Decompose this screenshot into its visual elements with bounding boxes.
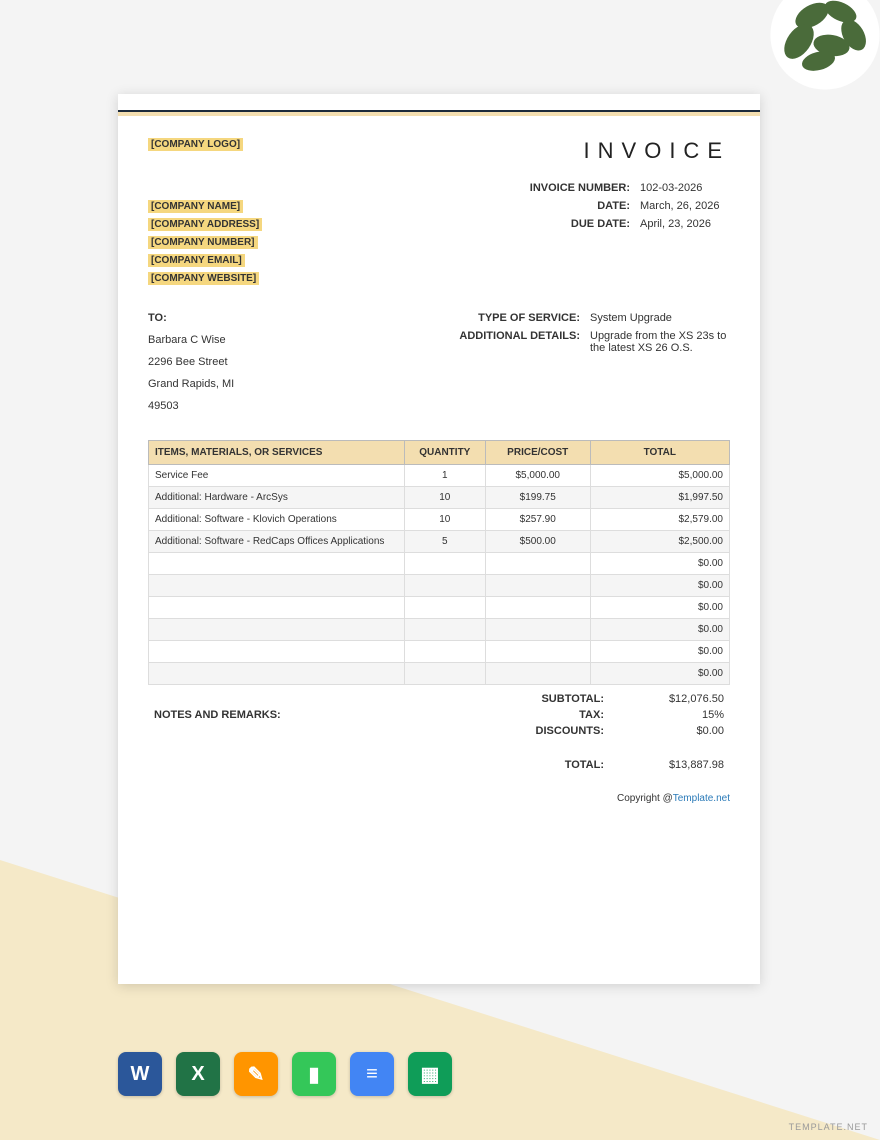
company-number-placeholder: [COMPANY NUMBER]	[148, 236, 258, 249]
item-qty	[404, 663, 485, 685]
item-total: $0.00	[590, 641, 729, 663]
item-qty	[404, 597, 485, 619]
app-icons-row: WX ✎ ▮ ≡ ▦	[118, 1052, 452, 1096]
excel-icon[interactable]: X	[176, 1052, 220, 1096]
item-desc: Additional: Software - Klovich Operation…	[149, 509, 405, 531]
total-value: $13,887.98	[624, 759, 724, 771]
service-type-value: System Upgrade	[590, 312, 672, 324]
notes-label: NOTES AND REMARKS:	[148, 709, 281, 721]
word-icon[interactable]: W	[118, 1052, 162, 1096]
copyright-text: Copyright @	[617, 793, 673, 804]
total-label: TOTAL:	[504, 759, 604, 771]
decorative-plant	[750, 0, 880, 100]
item-desc	[149, 553, 405, 575]
item-price: $257.90	[485, 509, 590, 531]
discounts-value: $0.00	[624, 725, 724, 737]
table-row: Additional: Software - Klovich Operation…	[149, 509, 730, 531]
item-qty: 5	[404, 531, 485, 553]
due-date-label: DUE DATE:	[520, 218, 630, 230]
numbers-icon[interactable]: ▮	[292, 1052, 336, 1096]
recipient-name: Barbara C Wise	[148, 334, 234, 346]
item-desc: Additional: Software - RedCaps Offices A…	[149, 531, 405, 553]
table-row: $0.00	[149, 597, 730, 619]
pages-icon[interactable]: ✎	[234, 1052, 278, 1096]
date-value: March, 26, 2026	[640, 200, 730, 212]
additional-details-label: ADDITIONAL DETAILS:	[450, 330, 580, 354]
item-total: $0.00	[590, 553, 729, 575]
company-website-placeholder: [COMPANY WEBSITE]	[148, 272, 259, 285]
item-desc	[149, 641, 405, 663]
item-qty	[404, 553, 485, 575]
date-label: DATE:	[520, 200, 630, 212]
subtotal-value: $12,076.50	[624, 693, 724, 705]
item-qty: 10	[404, 487, 485, 509]
due-date-value: April, 23, 2026	[640, 218, 730, 230]
subtotal-label: SUBTOTAL:	[504, 693, 604, 705]
col-qty: QUANTITY	[404, 441, 485, 465]
tax-label: TAX:	[504, 709, 604, 721]
item-price	[485, 575, 590, 597]
sheets-icon[interactable]: ▦	[408, 1052, 452, 1096]
to-label: TO:	[148, 312, 234, 324]
company-address-placeholder: [COMPANY ADDRESS]	[148, 218, 262, 231]
table-row: Service Fee1$5,000.00$5,000.00	[149, 465, 730, 487]
item-price	[485, 553, 590, 575]
tax-value: 15%	[624, 709, 724, 721]
item-total: $2,500.00	[590, 531, 729, 553]
company-email-placeholder: [COMPANY EMAIL]	[148, 254, 245, 267]
table-row: $0.00	[149, 641, 730, 663]
table-row: Additional: Software - RedCaps Offices A…	[149, 531, 730, 553]
docs-icon[interactable]: ≡	[350, 1052, 394, 1096]
col-price: PRICE/COST	[485, 441, 590, 465]
document-title: INVOICE	[584, 138, 730, 164]
item-total: $5,000.00	[590, 465, 729, 487]
table-row: $0.00	[149, 575, 730, 597]
item-desc	[149, 575, 405, 597]
item-qty	[404, 575, 485, 597]
item-total: $0.00	[590, 663, 729, 685]
item-desc	[149, 663, 405, 685]
invoice-number-value: 102-03-2026	[640, 182, 730, 194]
item-total: $1,997.50	[590, 487, 729, 509]
table-row: Additional: Hardware - ArcSys10$199.75$1…	[149, 487, 730, 509]
item-desc: Additional: Hardware - ArcSys	[149, 487, 405, 509]
copyright-link[interactable]: Template.net	[673, 793, 730, 804]
col-items: ITEMS, MATERIALS, OR SERVICES	[149, 441, 405, 465]
recipient-street: 2296 Bee Street	[148, 356, 234, 368]
item-desc: Service Fee	[149, 465, 405, 487]
item-total: $0.00	[590, 619, 729, 641]
item-price: $500.00	[485, 531, 590, 553]
invoice-number-label: INVOICE NUMBER:	[520, 182, 630, 194]
item-total: $2,579.00	[590, 509, 729, 531]
item-price: $199.75	[485, 487, 590, 509]
company-name-placeholder: [COMPANY NAME]	[148, 200, 243, 213]
item-price	[485, 663, 590, 685]
item-qty	[404, 619, 485, 641]
line-items-table: ITEMS, MATERIALS, OR SERVICES QUANTITY P…	[148, 440, 730, 685]
additional-details-value: Upgrade from the XS 23s to the latest XS…	[590, 330, 730, 354]
item-price	[485, 597, 590, 619]
item-desc	[149, 597, 405, 619]
table-row: $0.00	[149, 619, 730, 641]
item-qty: 1	[404, 465, 485, 487]
item-qty: 10	[404, 509, 485, 531]
item-price	[485, 619, 590, 641]
table-row: $0.00	[149, 663, 730, 685]
item-price	[485, 641, 590, 663]
item-total: $0.00	[590, 597, 729, 619]
watermark: TEMPLATE.NET	[789, 1122, 868, 1132]
service-type-label: TYPE OF SERVICE:	[450, 312, 580, 324]
item-desc	[149, 619, 405, 641]
recipient-zip: 49503	[148, 400, 234, 412]
discounts-label: DISCOUNTS:	[504, 725, 604, 737]
company-logo-placeholder: [COMPANY LOGO]	[148, 138, 243, 151]
invoice-document: [COMPANY LOGO] INVOICE [COMPANY NAME] [C…	[118, 94, 760, 984]
table-row: $0.00	[149, 553, 730, 575]
col-total: TOTAL	[590, 441, 729, 465]
recipient-city: Grand Rapids, MI	[148, 378, 234, 390]
item-price: $5,000.00	[485, 465, 590, 487]
item-total: $0.00	[590, 575, 729, 597]
item-qty	[404, 641, 485, 663]
